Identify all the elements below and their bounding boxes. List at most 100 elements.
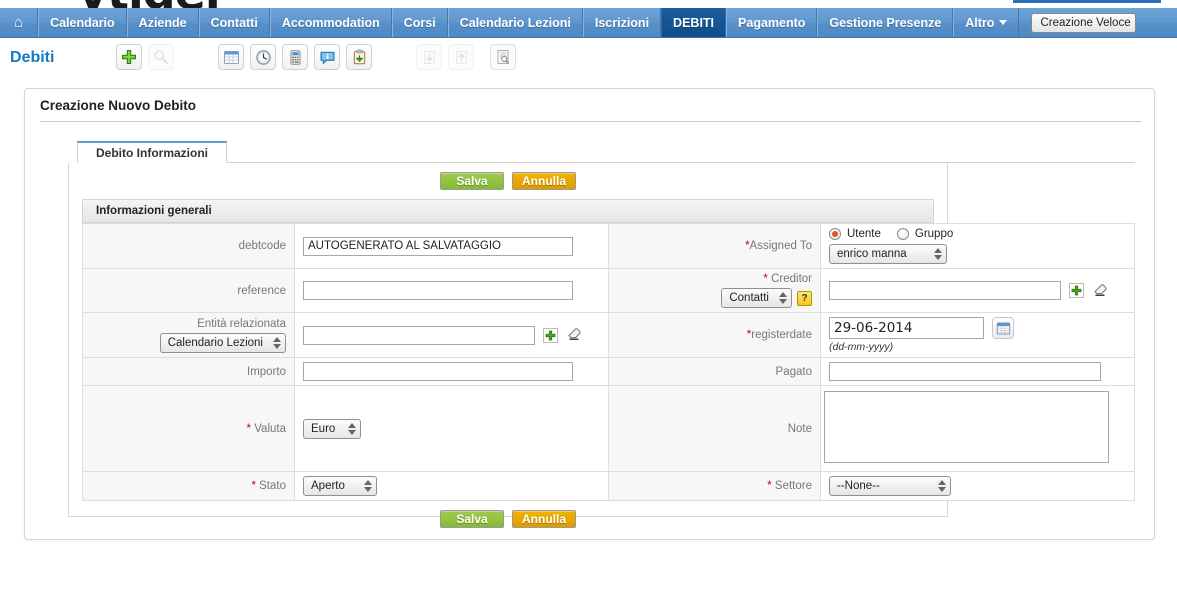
registerdate-format-hint: (dd-mm-yyyy) <box>829 341 894 353</box>
table-row: Importo Pagato <box>82 357 1135 386</box>
entita-clear-icon[interactable] <box>566 326 583 344</box>
pagato-input[interactable] <box>829 362 1101 381</box>
registerdate-wrap: (dd-mm-yyyy) <box>829 317 984 353</box>
import-button[interactable] <box>416 44 442 70</box>
settore-select[interactable]: --None-- <box>829 476 951 496</box>
nav-label: Iscrizioni <box>594 15 650 30</box>
clipboard-import-icon <box>353 49 365 64</box>
required-marker: * <box>763 273 768 285</box>
field-label: Stato <box>259 480 286 492</box>
history-button[interactable] <box>250 44 276 70</box>
table-row: * Stato Aperto * Settore --None-- <box>82 471 1135 501</box>
settore-value: --None-- <box>837 480 880 492</box>
export-button[interactable] <box>448 44 474 70</box>
label-stato: * Stato <box>82 471 295 501</box>
nav-item-debiti[interactable]: DEBITI <box>661 8 727 37</box>
tab-debito-informazioni[interactable]: Debito Informazioni <box>77 141 227 163</box>
nav-item-calendario[interactable]: Calendario <box>38 8 127 37</box>
form-actions-bottom: Salva Annulla <box>69 501 947 537</box>
cancel-button-top[interactable]: Annulla <box>512 172 576 190</box>
entita-add-icon[interactable] <box>543 327 558 343</box>
creditor-add-icon[interactable] <box>1069 283 1084 298</box>
radio-utente-label: Utente <box>847 228 881 240</box>
nav-label: Altro <box>965 15 995 30</box>
creditor-input[interactable] <box>829 281 1061 300</box>
cell-valuta: Euro <box>294 385 609 472</box>
save-button-top[interactable]: Salva <box>440 172 504 190</box>
debtcode-input[interactable] <box>303 236 573 256</box>
find-duplicates-button[interactable] <box>490 44 516 70</box>
label-reference: reference <box>82 268 295 313</box>
field-label: Assigned To <box>749 240 812 252</box>
nav-item-gestione-presenze[interactable]: Gestione Presenze <box>817 8 954 37</box>
save-button-bottom[interactable]: Salva <box>440 510 504 528</box>
assigned-user-select[interactable]: enrico manna <box>829 244 947 264</box>
nav-item-calendario-lezioni[interactable]: Calendario Lezioni <box>447 8 583 37</box>
spinner-arrows-icon <box>273 336 281 350</box>
nav-item-corsi[interactable]: Corsi <box>391 8 448 37</box>
nav-item-pagamento[interactable]: Pagamento <box>726 8 818 37</box>
search-button[interactable] <box>148 44 174 70</box>
entita-label-stack: Entità relazionata Calendario Lezioni <box>91 318 286 353</box>
label-debtcode: debtcode <box>82 223 295 269</box>
nav-home[interactable]: ⌂ <box>0 8 39 37</box>
panel-heading: Creazione Nuovo Debito <box>40 98 197 113</box>
nav-item-contatti[interactable]: Contatti <box>198 8 270 37</box>
green-plus-icon <box>122 50 136 64</box>
main-navigation: ⌂ Calendario Aziende Contatti Accommodat… <box>0 8 1177 38</box>
reference-input[interactable] <box>303 281 573 300</box>
field-label: registerdate <box>751 329 812 341</box>
help-icon[interactable]: ? <box>797 290 812 306</box>
radio-utente[interactable] <box>829 228 841 240</box>
panel-divider <box>40 121 1141 122</box>
add-record-button[interactable] <box>116 44 142 70</box>
device-button[interactable] <box>282 44 308 70</box>
cancel-button-bottom[interactable]: Annulla <box>512 510 576 528</box>
label-creditor: * Creditor Contatti ? <box>608 268 821 313</box>
registerdate-row: (dd-mm-yyyy) <box>829 317 1126 353</box>
nav-item-accommodation[interactable]: Accommodation <box>269 8 392 37</box>
nav-label: Corsi <box>403 15 436 30</box>
note-textarea[interactable] <box>824 391 1109 463</box>
clock-icon <box>255 49 271 65</box>
field-label: Entità relazionata <box>197 317 286 330</box>
cell-entita-relazionata <box>294 312 609 358</box>
list-view-button[interactable] <box>218 44 244 70</box>
label-pagato: Pagato <box>608 357 821 386</box>
valuta-select[interactable]: Euro <box>303 418 361 439</box>
entita-module-value: Calendario Lezioni <box>167 336 263 349</box>
field-label: Valuta <box>254 422 286 435</box>
nav-item-iscrizioni[interactable]: Iscrizioni <box>582 8 662 37</box>
info-button[interactable] <box>314 44 340 70</box>
date-picker-button[interactable] <box>992 317 1014 339</box>
entita-module-select[interactable]: Calendario Lezioni <box>159 332 286 353</box>
table-row: * Valuta Euro Note <box>82 385 1135 472</box>
importo-input[interactable] <box>303 362 573 381</box>
spinner-arrows-icon <box>934 247 942 261</box>
home-icon: ⌂ <box>14 14 24 31</box>
creditor-clear-icon[interactable] <box>1092 282 1109 300</box>
tab-label: Debito Informazioni <box>96 145 208 160</box>
field-label: reference <box>237 284 286 297</box>
module-toolbar: Debiti <box>0 39 1177 81</box>
cell-registerdate: (dd-mm-yyyy) <box>820 312 1135 358</box>
nav-item-aziende[interactable]: Aziende <box>126 8 199 37</box>
nav-item-altro[interactable]: Altro <box>953 8 1020 37</box>
stato-select[interactable]: Aperto <box>303 476 377 496</box>
label-entita-relazionata: Entità relazionata Calendario Lezioni <box>82 312 295 358</box>
quick-create-select[interactable]: Creazione Veloce <box>1031 12 1137 33</box>
spinner-arrows-icon <box>1136 16 1137 30</box>
nav-label: Calendario <box>50 15 115 30</box>
label-importo: Importo <box>82 357 295 386</box>
cell-reference <box>294 268 609 313</box>
radio-gruppo[interactable] <box>896 228 909 240</box>
registerdate-input[interactable] <box>829 317 984 339</box>
creditor-module-value: Contatti <box>729 292 769 304</box>
clipboard-button[interactable] <box>346 44 372 70</box>
table-row: reference * Creditor Contatti ? <box>82 268 1135 313</box>
label-note: Note <box>608 385 821 472</box>
calculator-icon <box>290 49 300 65</box>
creditor-module-select[interactable]: Contatti <box>721 288 792 308</box>
entita-input[interactable] <box>303 325 535 345</box>
field-label: Note <box>787 422 812 435</box>
